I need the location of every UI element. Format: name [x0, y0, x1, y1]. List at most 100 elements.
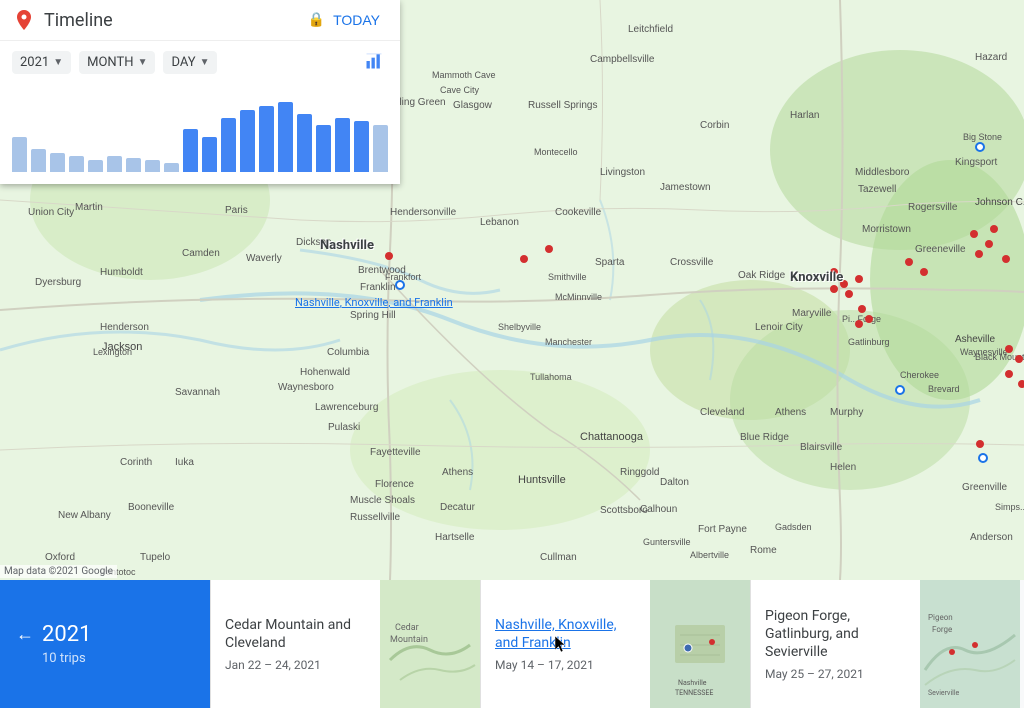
- svg-text:Cherokee: Cherokee: [900, 370, 939, 380]
- svg-text:TENNESSEE: TENNESSEE: [675, 689, 713, 697]
- svg-text:Savannah: Savannah: [175, 387, 220, 398]
- day-filter[interactable]: DAY ▼: [163, 51, 217, 74]
- svg-text:Sparta: Sparta: [595, 257, 625, 268]
- svg-text:Big Stone: Big Stone: [963, 132, 1002, 142]
- trips-count: 10 trips: [16, 651, 194, 666]
- svg-text:Lenoir City: Lenoir City: [755, 322, 803, 333]
- trip-card-1-thumbnail: Cedar Mountain: [380, 580, 480, 708]
- route-label[interactable]: Nashville, Knoxville, and Franklin: [295, 296, 453, 309]
- location-dot: [858, 305, 866, 313]
- trip-card-2-link[interactable]: Nashville, Knoxville, and Franklin: [495, 617, 617, 651]
- location-dot: [1005, 345, 1013, 353]
- svg-text:Athens: Athens: [775, 407, 806, 418]
- svg-text:Fort Payne: Fort Payne: [698, 524, 747, 535]
- location-dot: [545, 245, 553, 253]
- svg-text:Kingsport: Kingsport: [955, 157, 997, 168]
- svg-text:Pulaski: Pulaski: [328, 422, 360, 433]
- svg-text:Hohenwald: Hohenwald: [300, 367, 350, 378]
- svg-text:Muscle Shoals: Muscle Shoals: [350, 495, 415, 506]
- svg-text:Dalton: Dalton: [660, 477, 689, 488]
- svg-text:Albertville: Albertville: [690, 550, 729, 560]
- svg-text:Forge: Forge: [932, 625, 952, 634]
- svg-text:Campbellsville: Campbellsville: [590, 54, 655, 65]
- svg-text:Simps...: Simps...: [995, 502, 1024, 512]
- day-chevron-icon: ▼: [200, 57, 210, 68]
- svg-text:Hartselle: Hartselle: [435, 532, 475, 543]
- svg-text:Hendersonville: Hendersonville: [390, 207, 457, 218]
- svg-text:Booneville: Booneville: [128, 502, 175, 513]
- svg-text:Brevard: Brevard: [928, 384, 960, 394]
- bar-11: [221, 118, 236, 172]
- svg-text:Asheville: Asheville: [955, 334, 995, 345]
- svg-text:Murphy: Murphy: [830, 407, 863, 418]
- trip-card-2-title: Nashville, Knoxville, and Franklin: [495, 616, 636, 652]
- svg-text:Helen: Helen: [830, 462, 856, 473]
- location-dot-home: [895, 385, 905, 395]
- svg-text:Anderson: Anderson: [970, 532, 1013, 543]
- bar-13: [259, 106, 274, 172]
- svg-text:Columbia: Columbia: [327, 347, 370, 358]
- svg-text:Cedar: Cedar: [395, 623, 419, 633]
- svg-text:Guntersville: Guntersville: [643, 537, 691, 547]
- svg-text:Hazard: Hazard: [975, 52, 1007, 63]
- header-panel: Timeline 🔒 TODAY 2021 ▼ MONTH ▼ DAY ▼: [0, 0, 400, 184]
- activity-chart: [0, 84, 400, 184]
- year-filter[interactable]: 2021 ▼: [12, 51, 71, 74]
- back-button[interactable]: ←: [16, 624, 34, 645]
- svg-text:Lexington: Lexington: [93, 347, 132, 357]
- bar-12: [240, 110, 255, 172]
- trip-card-3[interactable]: Pigeon Forge, Gatlinburg, and Seviervill…: [750, 580, 1020, 708]
- trip-card-2-thumbnail: Nashville TENNESSEE: [650, 580, 750, 708]
- trip-card-1[interactable]: Cedar Mountain and Cleveland Jan 22 – 24…: [210, 580, 480, 708]
- month-filter-value: MONTH: [87, 55, 133, 70]
- svg-text:Cookeville: Cookeville: [555, 207, 602, 218]
- svg-text:Blairsville: Blairsville: [800, 442, 843, 453]
- svg-text:Middlesboro: Middlesboro: [855, 167, 910, 178]
- svg-text:Leitchfield: Leitchfield: [628, 24, 673, 35]
- svg-text:Decatur: Decatur: [440, 502, 476, 513]
- location-dot: [990, 225, 998, 233]
- svg-text:Manchester: Manchester: [545, 337, 592, 347]
- bar-17: [335, 118, 350, 172]
- svg-text:Tupelo: Tupelo: [140, 552, 171, 563]
- svg-text:Henderson: Henderson: [100, 322, 149, 333]
- svg-text:Camden: Camden: [182, 248, 220, 259]
- trip-card-2[interactable]: Nashville, Knoxville, and Franklin May 1…: [480, 580, 750, 708]
- location-dot: [1018, 380, 1024, 388]
- location-dot: [1015, 355, 1023, 363]
- svg-text:Mountain: Mountain: [390, 635, 428, 645]
- svg-text:Cullman: Cullman: [540, 552, 577, 563]
- bar-0: [12, 137, 27, 172]
- svg-text:Smithville: Smithville: [548, 272, 587, 282]
- location-dot: [830, 285, 838, 293]
- svg-text:Paris: Paris: [225, 205, 248, 216]
- svg-text:Tazewell: Tazewell: [858, 184, 896, 195]
- today-button[interactable]: TODAY: [325, 8, 388, 32]
- location-dot: [970, 230, 978, 238]
- svg-text:Harlan: Harlan: [790, 110, 819, 121]
- chart-icon-button[interactable]: [360, 47, 388, 78]
- svg-text:Cave City: Cave City: [440, 85, 480, 95]
- svg-text:Montecello: Montecello: [534, 147, 578, 157]
- svg-text:Ringgold: Ringgold: [620, 467, 659, 478]
- year-label: 2021: [42, 622, 91, 647]
- svg-text:Livingston: Livingston: [600, 167, 645, 178]
- svg-text:Lebanon: Lebanon: [480, 217, 519, 228]
- svg-text:Franklin: Franklin: [360, 282, 396, 293]
- year-filter-value: 2021: [20, 55, 49, 70]
- svg-text:Humboldt: Humboldt: [100, 267, 143, 278]
- svg-text:Lawrenceburg: Lawrenceburg: [315, 402, 378, 413]
- lock-icon: 🔒: [308, 12, 325, 28]
- location-dot: [1005, 370, 1013, 378]
- location-dot-home: [395, 280, 405, 290]
- bar-16: [316, 125, 331, 172]
- location-dot: [865, 315, 873, 323]
- trip-card-3-text: Pigeon Forge, Gatlinburg, and Seviervill…: [751, 580, 920, 708]
- month-filter[interactable]: MONTH ▼: [79, 51, 155, 74]
- location-dot: [855, 275, 863, 283]
- trip-card-3-dates: May 25 – 27, 2021: [765, 667, 906, 681]
- svg-text:Union City: Union City: [28, 207, 74, 218]
- svg-text:Fayetteville: Fayetteville: [370, 447, 421, 458]
- bar-1: [31, 149, 46, 172]
- svg-text:Chattanooga: Chattanooga: [580, 431, 644, 443]
